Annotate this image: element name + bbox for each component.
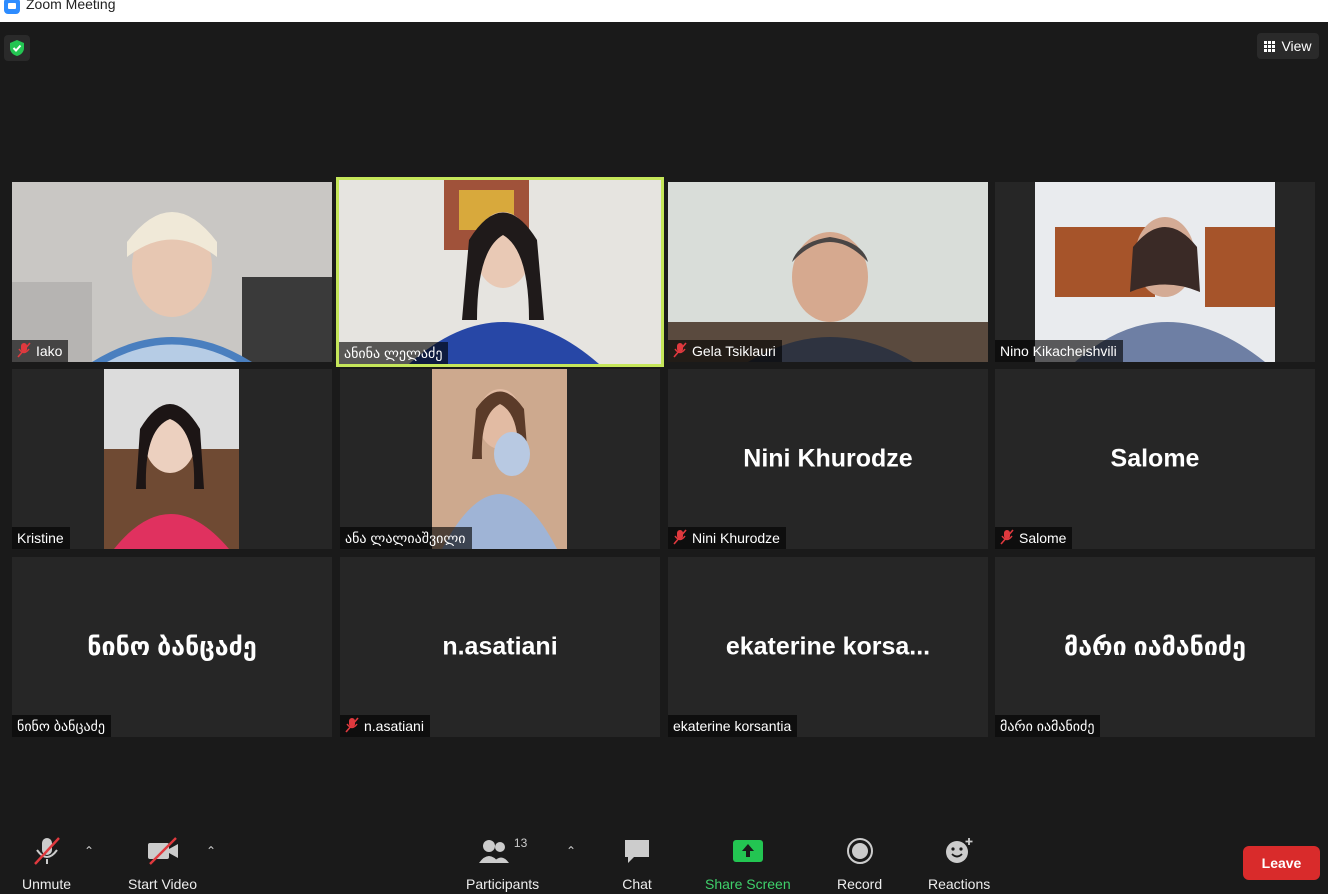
view-button[interactable]: View	[1257, 33, 1319, 59]
participants-icon	[478, 836, 510, 869]
participant-nametag: ნინო ბანცაძე	[12, 715, 111, 737]
participant-nametag: ანა ლალიაშვილი	[340, 527, 472, 549]
participants-options-caret-icon[interactable]: ⌃	[566, 844, 576, 858]
video-tile-nini[interactable]: Nini Khurodze Nini Khurodze	[668, 369, 988, 549]
video-tile-nino[interactable]: Nino Kikacheishvili	[995, 182, 1315, 362]
participant-name: მარი იამანიძე	[1000, 717, 1095, 734]
participant-name: Salome	[1019, 530, 1067, 546]
participant-nametag: Kristine	[12, 527, 70, 549]
video-tile-kristine[interactable]: Kristine	[12, 369, 332, 549]
chat-label: Chat	[622, 876, 652, 892]
participants-icon-group: 13	[478, 836, 527, 869]
mic-muted-icon	[673, 341, 687, 361]
participant-name: Nini Khurodze	[692, 530, 780, 546]
participant-display-name: n.asatiani	[442, 632, 558, 661]
participant-display-name: მარი იამანიძე	[1063, 633, 1247, 661]
participant-display-name: Nini Khurodze	[743, 444, 913, 473]
window-titlebar: Zoom Meeting	[0, 0, 1328, 22]
audio-options-caret-icon[interactable]: ⌃	[84, 844, 94, 858]
participant-nametag: Gela Tsiklauri	[668, 340, 782, 362]
unmute-button[interactable]: Unmute	[22, 836, 71, 892]
chat-icon	[622, 836, 652, 869]
mic-muted-icon	[32, 836, 62, 869]
participant-name: ანა ლალიაშვილი	[345, 529, 466, 546]
participant-nametag: მარი იამანიძე	[995, 715, 1101, 737]
participants-label: Participants	[466, 876, 540, 892]
video-tile-asatiani[interactable]: n.asatiani n.asatiani	[340, 557, 660, 737]
view-label: View	[1281, 38, 1312, 54]
video-tile-mari[interactable]: მარი იამანიძე მარი იამანიძე	[995, 557, 1315, 737]
reactions-label: Reactions	[928, 876, 991, 892]
participant-name: Iako	[36, 343, 63, 359]
meeting-toolbar: Unmute ⌃ Start Video ⌃ 13 Participants ⌃…	[0, 830, 1328, 894]
video-tile-iako[interactable]: Iako	[12, 182, 332, 362]
video-tile-gela[interactable]: Gela Tsiklauri	[668, 182, 988, 362]
participant-video	[104, 369, 239, 549]
participant-nametag: Salome	[995, 527, 1073, 549]
participant-name: ekaterine korsantia	[673, 718, 792, 734]
reactions-button[interactable]: Reactions	[928, 836, 990, 892]
zoom-app-icon	[4, 0, 20, 14]
participant-video	[668, 182, 988, 362]
participant-nametag: Iako	[12, 340, 69, 362]
video-off-icon	[146, 836, 180, 869]
record-button[interactable]: Record	[837, 836, 882, 892]
video-tile-ekaterine[interactable]: ekaterine korsa... ekaterine korsantia	[668, 557, 988, 737]
start-video-button[interactable]: Start Video	[128, 836, 197, 892]
participant-video	[1035, 182, 1275, 362]
participant-name: ანინა ლელაძე	[344, 344, 443, 361]
participant-nametag: Nini Khurodze	[668, 527, 786, 549]
start-video-label: Start Video	[128, 876, 198, 892]
participant-nametag: ანინა ლელაძე	[339, 342, 449, 364]
mic-muted-icon	[1000, 528, 1014, 548]
chat-button[interactable]: Chat	[622, 836, 652, 892]
participant-video	[339, 180, 661, 364]
grid-icon	[1264, 40, 1276, 52]
participant-name: ნინო ბანცაძე	[17, 717, 105, 734]
participant-nametag: n.asatiani	[340, 715, 430, 737]
participant-display-name: ნინო ბანცაძე	[87, 633, 257, 661]
encryption-shield-icon[interactable]	[4, 35, 30, 61]
participants-button[interactable]: 13 Participants	[466, 836, 539, 892]
unmute-label: Unmute	[22, 876, 72, 892]
participant-nametag: ekaterine korsantia	[668, 715, 798, 737]
participant-name: Kristine	[17, 530, 64, 546]
participant-display-name: Salome	[1110, 444, 1200, 473]
mic-muted-icon	[345, 716, 359, 736]
record-icon	[845, 836, 875, 869]
participant-display-name: ekaterine korsa...	[725, 632, 931, 661]
share-screen-label: Share Screen	[705, 876, 791, 892]
share-screen-button[interactable]: Share Screen	[705, 836, 791, 892]
video-tile-salome[interactable]: Salome Salome	[995, 369, 1315, 549]
participant-name: n.asatiani	[364, 718, 424, 734]
video-options-caret-icon[interactable]: ⌃	[206, 844, 216, 858]
video-tile-anina[interactable]: ანინა ლელაძე	[336, 177, 664, 367]
mic-muted-icon	[17, 341, 31, 361]
participant-nametag: Nino Kikacheishvili	[995, 340, 1123, 362]
participant-video	[432, 369, 567, 549]
participant-name: Gela Tsiklauri	[692, 343, 776, 359]
participants-count: 13	[513, 836, 528, 850]
participant-name: Nino Kikacheishvili	[1000, 343, 1117, 359]
video-tile-ana[interactable]: ანა ლალიაშვილი	[340, 369, 660, 549]
window-title: Zoom Meeting	[26, 0, 116, 12]
video-tile-nino-bantsadze[interactable]: ნინო ბანცაძე ნინო ბანცაძე	[12, 557, 332, 737]
record-label: Record	[837, 876, 883, 892]
mic-muted-icon	[673, 528, 687, 548]
participant-video	[12, 182, 332, 362]
reactions-icon	[943, 836, 975, 869]
share-screen-icon	[732, 836, 764, 869]
leave-button[interactable]: Leave	[1243, 846, 1320, 880]
